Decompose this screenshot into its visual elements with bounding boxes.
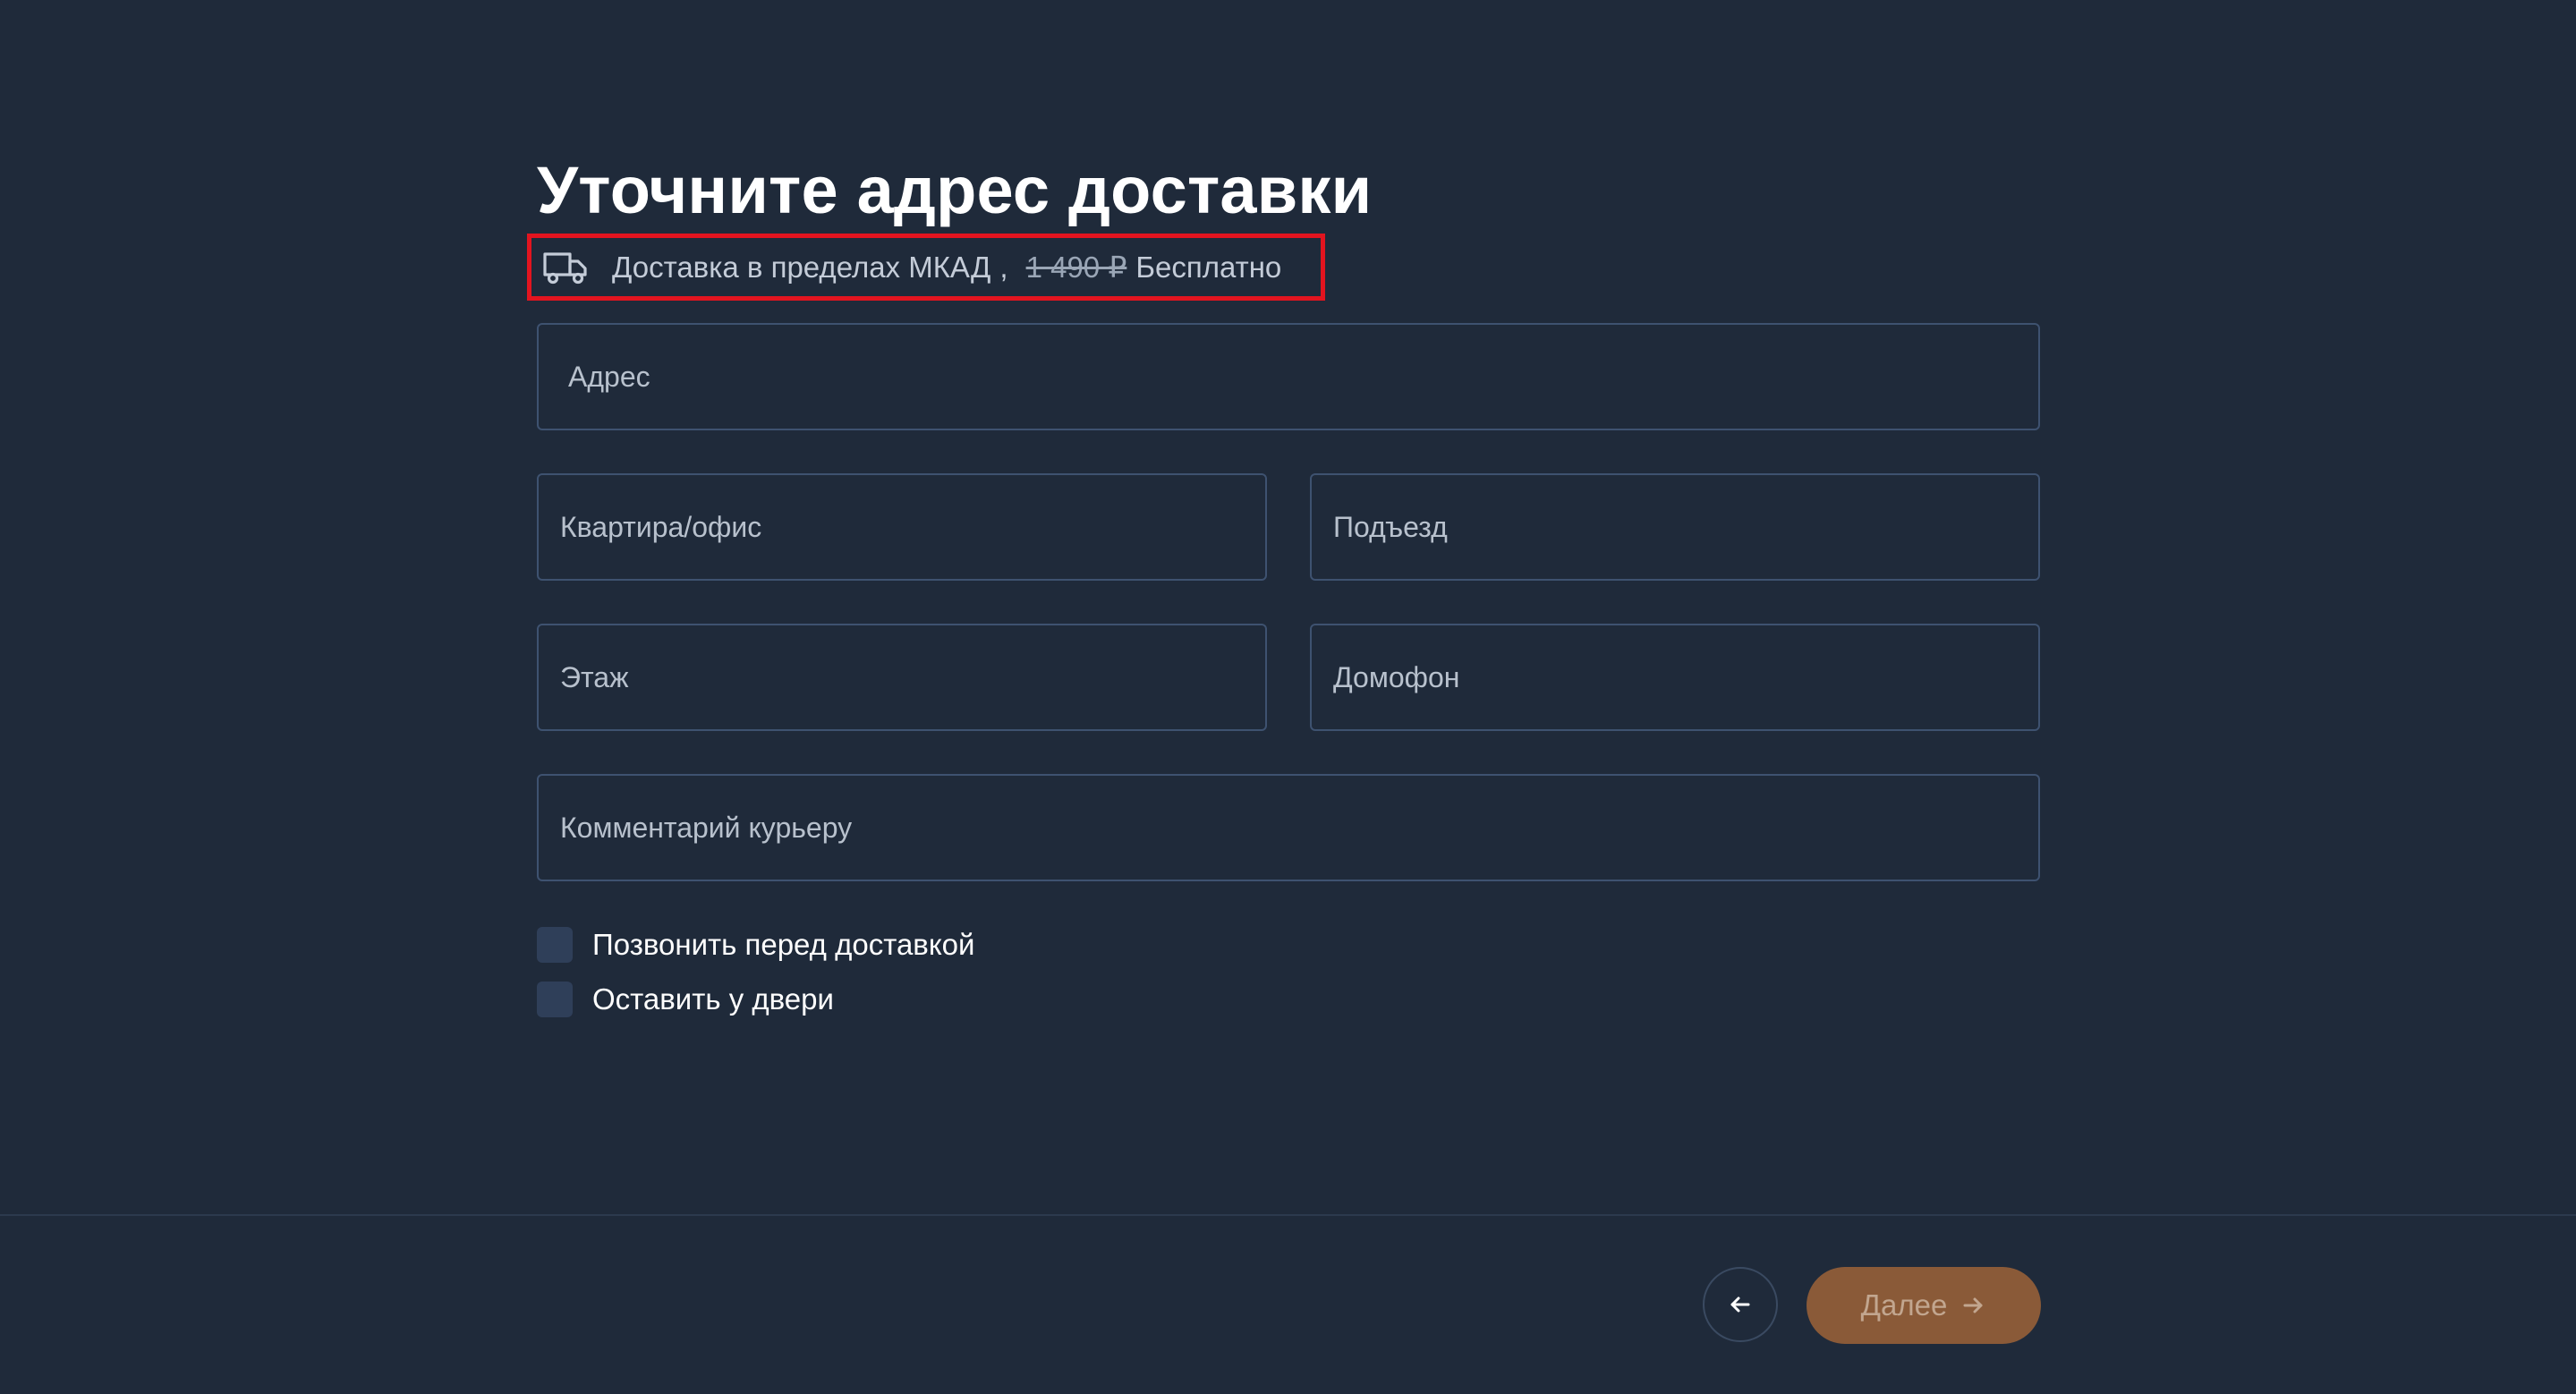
call-before-option[interactable]: Позвонить перед доставкой [537,925,974,965]
delivery-price: Бесплатно [1135,250,1282,284]
leave-at-door-checkbox[interactable] [537,982,573,1017]
arrow-right-icon [1963,1297,1983,1313]
comment-field[interactable] [537,774,2040,881]
intercom-field[interactable] [1310,624,2040,731]
intercom-input[interactable] [1312,625,2038,729]
back-button[interactable] [1703,1267,1778,1342]
apartment-field[interactable] [537,473,1267,581]
call-before-label: Позвонить перед доставкой [592,928,975,961]
floor-field[interactable] [537,624,1267,731]
address-input[interactable] [539,325,2038,429]
address-field[interactable] [537,323,2040,430]
delivery-info: Доставка в пределах МКАД , 1 490 ₽ Беспл… [527,234,1325,301]
next-button[interactable]: Далее [1807,1267,2041,1344]
truck-icon [542,250,589,285]
entrance-field[interactable] [1310,473,2040,581]
next-button-label: Далее [1860,1288,1948,1322]
old-price: 1 490 ₽ [1025,251,1127,284]
leave-at-door-label: Оставить у двери [592,982,834,1016]
delivery-zone-label: Доставка в пределах МКАД [612,250,991,284]
floor-input[interactable] [539,625,1265,729]
entrance-input[interactable] [1312,475,2038,579]
call-before-checkbox[interactable] [537,927,573,963]
delivery-separator: , [999,250,1008,284]
arrow-left-icon [1730,1296,1750,1313]
leave-at-door-option[interactable]: Оставить у двери [537,980,834,1019]
footer-divider [0,1214,2576,1216]
comment-input[interactable] [539,776,2038,880]
page-title: Уточните адрес доставки [537,153,1373,227]
apartment-input[interactable] [539,475,1265,579]
